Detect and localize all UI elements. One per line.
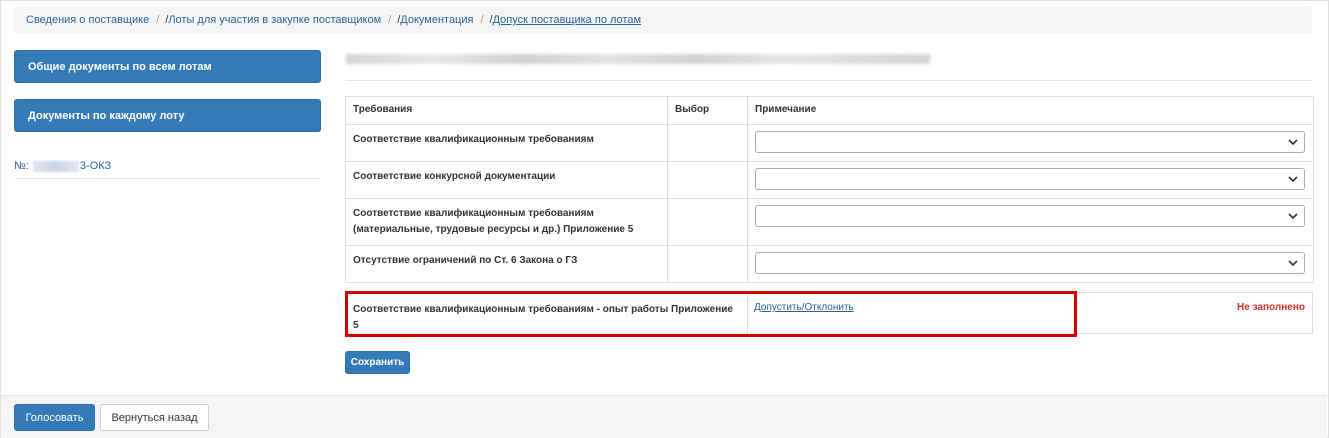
breadcrumb: Сведения о поставщике / / Лоты для участ…: [14, 7, 1312, 33]
breadcrumb-separator: /: [480, 14, 484, 26]
choice-cell: [667, 124, 748, 162]
divider: [14, 178, 321, 179]
breadcrumb-separator: /: [156, 14, 160, 26]
breadcrumb-lots[interactable]: Лоты для участия в закупке поставщиком: [168, 14, 381, 26]
header-requirements: Требования: [345, 96, 668, 125]
requirement-text: Соответствие конкурсной документации: [345, 161, 668, 199]
table-row: Соответствие квалификационным требования…: [345, 124, 1314, 162]
choice-cell: [667, 198, 748, 246]
choice-cell: [667, 245, 748, 283]
vote-button[interactable]: Голосовать: [14, 404, 95, 431]
breadcrumb-admission[interactable]: Допуск поставщика по лотам: [493, 14, 641, 26]
requirement-text: Соответствие квалификационным требования…: [345, 198, 668, 246]
requirement-text: Соответствие квалификационным требования…: [345, 124, 668, 162]
choice-cell: [667, 161, 748, 199]
lot-number-suffix: 3-ОКЗ: [79, 160, 112, 172]
header-choice: Выбор: [667, 96, 748, 125]
back-button[interactable]: Вернуться назад: [100, 404, 209, 431]
chevron-down-icon: [1288, 139, 1298, 146]
lot-number-prefix: №:: [14, 160, 29, 172]
note-cell: [747, 245, 1314, 283]
table-header-row: Требования Выбор Примечание: [345, 96, 1314, 125]
chevron-down-icon: [1288, 260, 1298, 267]
save-button[interactable]: Сохранить: [345, 351, 410, 374]
note-select[interactable]: [755, 168, 1305, 190]
chevron-down-icon: [1288, 213, 1298, 220]
note-cell: [747, 198, 1314, 246]
lot-number[interactable]: №: 3-ОКЗ: [14, 160, 111, 172]
redacted-lot-id: [32, 160, 79, 172]
requirement-text: Отсутствие ограничений по Ст. 6 Закона о…: [345, 245, 668, 283]
divider: [346, 80, 1312, 81]
common-documents-button[interactable]: Общие документы по всем лотам: [14, 50, 321, 83]
note-cell: [747, 161, 1314, 199]
note-cell: [747, 124, 1314, 162]
breadcrumb-documentation[interactable]: Документация: [400, 14, 473, 26]
breadcrumb-supplier-info[interactable]: Сведения о поставщике: [26, 14, 149, 26]
header-note: Примечание: [747, 96, 1314, 125]
chevron-down-icon: [1288, 176, 1298, 183]
table-row: Отсутствие ограничений по Ст. 6 Закона о…: [345, 245, 1314, 283]
table-row: Соответствие конкурсной документации: [345, 161, 1314, 199]
status-not-filled: Не заполнено: [1237, 302, 1305, 313]
table-row: Соответствие квалификационным требования…: [345, 198, 1314, 246]
note-select[interactable]: [755, 205, 1305, 227]
redacted-lot-title: [346, 54, 930, 64]
lot-documents-button[interactable]: Документы по каждому лоту: [14, 99, 321, 132]
note-select[interactable]: [755, 252, 1305, 274]
highlight-frame: [345, 291, 1077, 337]
breadcrumb-separator: /: [388, 14, 392, 26]
note-select[interactable]: [755, 131, 1305, 153]
requirements-table: Требования Выбор Примечание Соответствие…: [345, 96, 1314, 283]
